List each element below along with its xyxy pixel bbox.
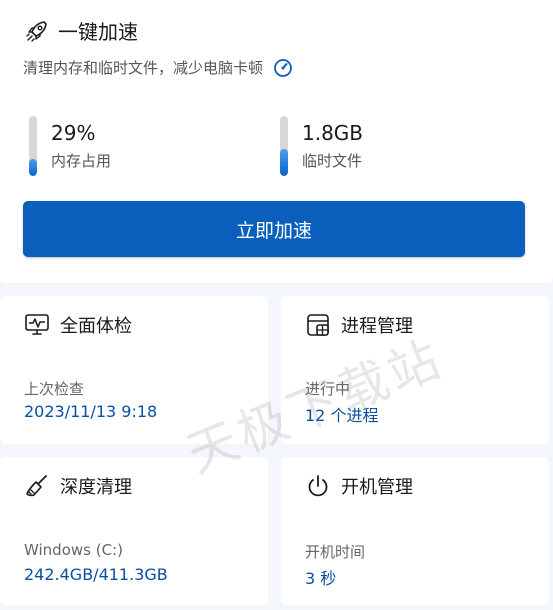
clean-caption: Windows (C:) (24, 541, 123, 559)
tile-process-management[interactable]: 进程管理 进行中 12 个进程 (281, 296, 549, 444)
boost-title: 一键加速 (58, 20, 138, 44)
clean-detail: 242.4GB/411.3GB (24, 565, 168, 584)
startup-caption: 开机时间 (305, 543, 366, 561)
checkup-title-row: 全面体检 (24, 312, 132, 338)
power-icon (308, 475, 328, 497)
clean-title-row: 深度清理 (24, 473, 132, 499)
temp-value: 1.8GB (302, 121, 364, 145)
process-detail: 12 个进程 (305, 406, 379, 425)
tile-startup-management[interactable]: 开机管理 开机时间 3 秒 (281, 457, 549, 605)
process-title: 进程管理 (341, 316, 413, 337)
memory-bar-fill (29, 158, 37, 176)
process-window-icon (307, 314, 329, 336)
startup-detail: 3 秒 (305, 569, 337, 588)
tile-full-checkup[interactable]: 全面体检 上次检查 2023/11/13 9:18 (0, 296, 268, 444)
temp-bar-fill (280, 149, 288, 176)
startup-title: 开机管理 (341, 477, 413, 498)
process-caption: 进行中 (305, 380, 351, 398)
boost-card: 一键加速 清理内存和临时文件，减少电脑卡顿 29% 内存占用 1.8GB 临时文… (0, 0, 553, 283)
checkup-detail: 2023/11/13 9:18 (24, 402, 158, 421)
process-title-row: 进程管理 (305, 312, 413, 338)
tile-deep-clean[interactable]: 深度清理 Windows (C:) 242.4GB/411.3GB (0, 457, 268, 605)
speed-help-icon[interactable] (273, 58, 293, 78)
temp-bar (280, 116, 288, 176)
checkup-caption: 上次检查 (24, 380, 85, 398)
memory-value: 29% (51, 121, 96, 145)
boost-subtitle: 清理内存和临时文件，减少电脑卡顿 (23, 59, 264, 77)
monitor-pulse-icon (25, 314, 49, 335)
boost-subtitle-row: 清理内存和临时文件，减少电脑卡顿 (23, 57, 293, 78)
rocket-icon (26, 20, 47, 42)
checkup-title: 全面体检 (60, 316, 132, 337)
temp-label: 临时文件 (302, 152, 363, 170)
memory-bar (29, 116, 37, 176)
boost-now-button[interactable]: 立即加速 (23, 201, 525, 257)
boost-title-row: 一键加速 (24, 16, 138, 45)
memory-label: 内存占用 (51, 152, 112, 170)
clean-title: 深度清理 (60, 477, 132, 498)
startup-title-row: 开机管理 (305, 473, 413, 499)
broom-icon (26, 475, 47, 497)
